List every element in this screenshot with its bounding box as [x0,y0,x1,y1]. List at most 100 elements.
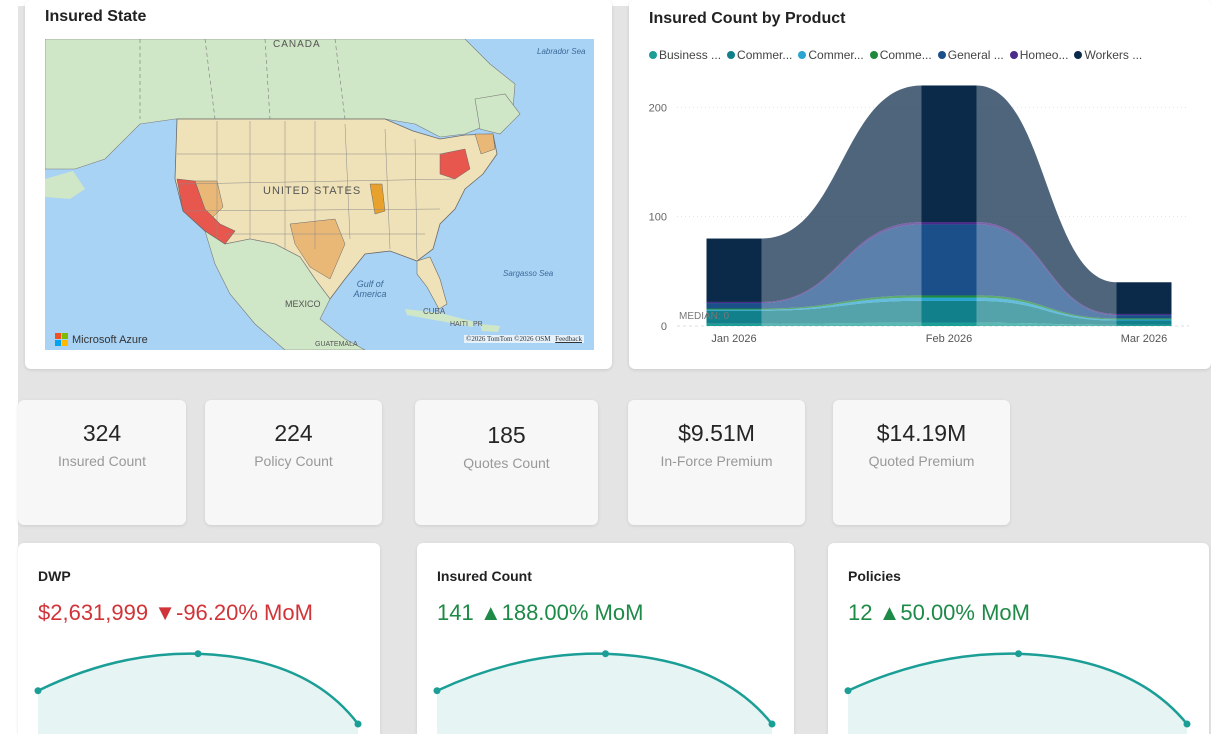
spark-title: DWP [38,568,71,584]
stack-bar-segment[interactable] [921,224,977,296]
kpi-label: Quoted Premium [868,453,975,469]
legend-item[interactable]: Business ... [649,48,721,62]
kpi-label: Insured Count [58,453,146,469]
x-tick-label: Jan 2026 [711,333,756,345]
microsoft-azure-brand: Microsoft Azure [55,333,148,346]
sparkline-area [38,653,358,734]
insured-count-sparkline[interactable] [417,638,794,734]
y-tick-label: 0 [661,321,667,333]
stack-bar-segment[interactable] [921,85,977,223]
chart-title: Insured Count by Product [649,10,846,27]
stack-bar-segment[interactable] [1116,315,1172,319]
dwp-card[interactable]: DWP $2,631,999 ▼-96.20% MoM [18,543,380,734]
stack-bar-segment[interactable] [1116,320,1172,325]
spark-title: Policies [848,568,901,584]
sparkline-point[interactable] [1015,650,1022,658]
stack-bar-segment[interactable] [921,297,977,301]
legend-dot-icon [727,51,736,59]
kpi-quoted-premium[interactable]: $14.19M Quoted Premium [833,400,1010,525]
sparkline-point[interactable] [602,650,609,658]
map-svg [45,39,594,350]
sparkline-area [848,653,1187,734]
stack-bar-segment[interactable] [706,301,762,304]
x-tick-label: Feb 2026 [926,333,972,345]
stack-bar-segment[interactable] [706,238,762,302]
median-label: MEDIAN: 0 [679,311,729,322]
kpi-quotes-count[interactable]: 185 Quotes Count [415,400,598,525]
kpi-label: Quotes Count [463,455,550,471]
stack-bar-segment[interactable] [921,322,977,326]
kpi-value: 324 [82,420,122,446]
sparkline-point[interactable] [433,687,441,695]
stack-bar-segment[interactable] [1116,282,1172,314]
stack-bar-segment[interactable] [921,300,977,323]
kpi-value: $14.19M [876,420,967,446]
kpi-value: 185 [487,422,526,448]
policies-card[interactable]: Policies 12 ▲50.00% MoM [828,543,1209,734]
x-tick-label: Mar 2026 [1121,333,1167,345]
kpi-in-force-premium[interactable]: $9.51M In-Force Premium [628,400,805,525]
insured-state-map-card[interactable]: Insured State CANADA UNITED STATES MEXIC… [25,0,612,369]
sparkline-point[interactable] [194,650,202,658]
kpi-label: In-Force Premium [660,453,773,469]
stack-bar-segment[interactable] [706,323,762,326]
stack-bar-segment[interactable] [921,295,977,298]
legend-label: Comme... [879,48,932,62]
page-left-strip [0,0,18,734]
legend-item[interactable]: Commer... [727,48,792,62]
legend-dot-icon [1074,51,1083,59]
map-copyright: ©2026 TomTom ©2026 OSM Feedback [464,335,584,343]
microsoft-logo-icon [55,333,68,346]
stack-bar-segment[interactable] [1116,319,1172,321]
stack-bar-segment[interactable] [1116,318,1172,320]
stack-bar-segment[interactable] [706,303,762,309]
sparkline-area [437,653,772,734]
legend-dot-icon [869,51,878,59]
legend-dot-icon [937,51,946,59]
legend-label: Homeo... [1019,48,1069,62]
stack-bar-segment[interactable] [706,308,762,310]
spark-value: $2,631,999 ▼-96.20% MoM [38,600,313,625]
legend-item[interactable]: Comme... [869,48,932,62]
sparkline-point[interactable] [354,720,362,728]
stack-bar-segment[interactable] [1116,324,1172,326]
copyright-text: ©2026 TomTom ©2026 OSM [466,335,551,343]
y-tick-label: 200 [649,102,667,114]
stack-bar-segment[interactable] [1116,313,1172,316]
kpi-value: 224 [274,420,313,446]
kpi-insured-count[interactable]: 324 Insured Count [18,400,186,525]
stack-bar-segment[interactable] [921,222,977,225]
kpi-value: $9.51M [678,420,755,446]
spark-value: 12 ▲50.00% MoM [848,600,1030,625]
sparkline-point[interactable] [768,720,776,728]
policies-sparkline[interactable] [828,638,1209,734]
legend-dot-icon [649,51,657,59]
legend-label: General ... [947,48,1004,62]
kpi-label: Policy Count [254,453,333,469]
dwp-sparkline[interactable] [18,638,380,734]
feedback-link[interactable]: Feedback [555,335,582,343]
legend-dot-icon [798,51,807,59]
kpi-policy-count[interactable]: 224 Policy Count [205,400,382,525]
legend-label: Business ... [659,48,722,62]
y-tick-label: 100 [649,212,667,224]
legend-item[interactable]: Homeo... [1009,48,1069,62]
spark-title: Insured Count [437,568,532,584]
legend-label: Workers ... [1084,48,1143,62]
sparkline-point[interactable] [844,687,852,695]
legend-label: Commer... [737,48,793,62]
sparkline-point[interactable] [34,687,42,695]
sparkline-point[interactable] [1183,720,1191,728]
map-visual[interactable]: CANADA UNITED STATES MEXICO Gulf of Amer… [45,39,594,350]
chart-legend[interactable]: Business ... Commer... Commer... Comme... Ge… [649,48,1142,62]
insured-count-card[interactable]: Insured Count 141 ▲188.00% MoM [417,543,794,734]
legend-label: Commer... [808,48,864,62]
legend-item[interactable]: Workers ... [1074,48,1142,62]
map-title: Insured State [45,8,147,25]
legend-dot-icon [1009,51,1018,59]
legend-item[interactable]: Commer... [798,48,864,62]
insured-count-by-product-card[interactable]: 0 100 200 MEDIAN: 0 Jan 2026 Feb 2026 Mar 2026… [629,0,1211,369]
legend-item[interactable]: General ... [937,48,1004,62]
azure-brand-label: Microsoft Azure [72,333,148,346]
spark-value: 141 ▲188.00% MoM [437,600,644,625]
